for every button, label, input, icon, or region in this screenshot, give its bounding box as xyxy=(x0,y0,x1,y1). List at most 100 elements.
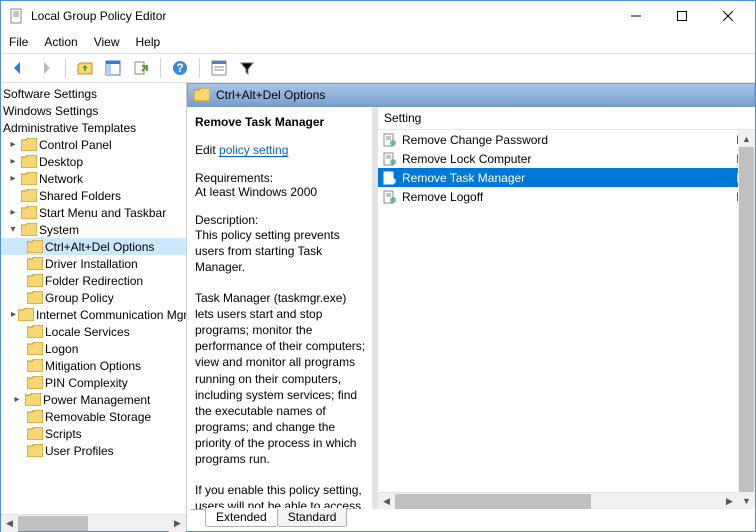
menu-view[interactable]: View xyxy=(94,35,120,49)
tree-node-mitigation-options[interactable]: Mitigation Options xyxy=(1,357,186,374)
scroll-up-icon[interactable]: ▲ xyxy=(738,130,755,147)
policy-icon xyxy=(382,189,398,205)
scroll-thumb[interactable] xyxy=(18,516,88,531)
setting-label: Remove Logoff xyxy=(402,190,736,204)
tree-node-logon[interactable]: Logon xyxy=(1,340,186,357)
folder-icon xyxy=(27,240,43,254)
tree-node-locale-services[interactable]: Locale Services xyxy=(1,323,186,340)
tree-node-ctrl-alt-del[interactable]: Ctrl+Alt+Del Options xyxy=(1,238,186,255)
setting-row[interactable]: Remove Lock ComputerNot xyxy=(378,149,755,168)
app-icon xyxy=(9,8,25,24)
folder-icon xyxy=(27,359,43,373)
scroll-right-icon[interactable]: ▶ xyxy=(169,515,186,532)
setting-row[interactable]: Remove Change PasswordNot xyxy=(378,130,755,149)
tree-node-start-menu[interactable]: ▸Start Menu and Taskbar xyxy=(1,204,186,221)
window-title: Local Group Policy Editor xyxy=(31,9,613,23)
folder-icon xyxy=(18,308,34,322)
help-button[interactable]: ? xyxy=(169,57,191,79)
folder-icon xyxy=(27,342,43,356)
tree-node[interactable]: Software Settings xyxy=(1,85,186,102)
view-tabs: Extended Standard xyxy=(187,509,755,531)
folder-icon xyxy=(21,223,37,237)
back-button[interactable] xyxy=(7,57,29,79)
tree-node-system[interactable]: ▾System xyxy=(1,221,186,238)
expand-icon[interactable]: ▸ xyxy=(11,394,23,406)
folder-icon xyxy=(27,291,43,305)
tree[interactable]: Software Settings Windows Settings Admin… xyxy=(1,83,186,514)
expand-icon[interactable]: ▸ xyxy=(7,207,19,219)
folder-icon xyxy=(27,444,43,458)
vertical-scrollbar[interactable]: ▲ ▼ xyxy=(738,130,755,509)
tree-node-removable-storage[interactable]: Removable Storage xyxy=(1,408,186,425)
scroll-right-icon[interactable]: ▶ xyxy=(721,493,738,510)
horizontal-scrollbar[interactable]: ◀ ▶ xyxy=(1,514,186,531)
maximize-button[interactable] xyxy=(659,1,705,31)
list-body: Remove Change PasswordNotRemove Lock Com… xyxy=(378,130,755,509)
tree-node-desktop[interactable]: ▸Desktop xyxy=(1,153,186,170)
column-setting[interactable]: Setting xyxy=(384,111,421,125)
properties-button[interactable] xyxy=(208,57,230,79)
edit-policy-link[interactable]: policy setting xyxy=(219,143,288,157)
tab-extended[interactable]: Extended xyxy=(205,508,278,527)
title-bar: Local Group Policy Editor xyxy=(1,1,755,31)
requirements-value: At least Windows 2000 xyxy=(195,185,366,199)
folder-icon xyxy=(21,189,37,203)
folder-icon xyxy=(25,393,41,407)
folder-icon xyxy=(27,427,43,441)
tree-node-control-panel[interactable]: ▸Control Panel xyxy=(1,136,186,153)
scroll-thumb[interactable] xyxy=(739,147,754,492)
tree-node-power-management[interactable]: ▸Power Management xyxy=(1,391,186,408)
menu-help[interactable]: Help xyxy=(136,35,161,49)
description-label: Description: xyxy=(195,213,366,227)
filter-button[interactable] xyxy=(236,57,258,79)
up-button[interactable] xyxy=(74,57,96,79)
toolbar-separator xyxy=(199,58,200,78)
minimize-button[interactable] xyxy=(613,1,659,31)
tree-node-pin-complexity[interactable]: PIN Complexity xyxy=(1,374,186,391)
scroll-down-icon[interactable]: ▼ xyxy=(738,492,755,509)
export-button[interactable] xyxy=(130,57,152,79)
expand-icon[interactable]: ▸ xyxy=(7,156,19,168)
folder-icon xyxy=(27,257,43,271)
forward-button[interactable] xyxy=(35,57,57,79)
policy-icon xyxy=(382,151,398,167)
scroll-thumb[interactable] xyxy=(395,494,591,509)
tree-node-scripts[interactable]: Scripts xyxy=(1,425,186,442)
expand-icon[interactable]: ▸ xyxy=(7,139,19,151)
window-controls xyxy=(613,1,751,31)
tree-node-user-profiles[interactable]: User Profiles xyxy=(1,442,186,459)
main-area: Software Settings Windows Settings Admin… xyxy=(1,83,755,531)
menu-action[interactable]: Action xyxy=(44,35,77,49)
settings-list: Setting Remove Change PasswordNotRemove … xyxy=(378,107,755,509)
setting-row[interactable]: Remove LogoffNot xyxy=(378,187,755,206)
scroll-left-icon[interactable]: ◀ xyxy=(378,493,395,510)
description-text: This policy setting prevents users from … xyxy=(195,227,366,276)
edit-policy-line: Edit policy setting xyxy=(195,143,366,157)
tree-node-group-policy[interactable]: Group Policy xyxy=(1,289,186,306)
toolbar-separator xyxy=(160,58,161,78)
tree-panel: Software Settings Windows Settings Admin… xyxy=(1,83,187,531)
tree-node-driver-installation[interactable]: Driver Installation xyxy=(1,255,186,272)
folder-icon xyxy=(27,376,43,390)
tab-standard[interactable]: Standard xyxy=(277,508,348,527)
tree-node-folder-redirection[interactable]: Folder Redirection xyxy=(1,272,186,289)
scroll-left-icon[interactable]: ◀ xyxy=(1,515,18,532)
list-header[interactable]: Setting xyxy=(378,107,755,130)
menu-bar: File Action View Help xyxy=(1,31,755,53)
folder-icon xyxy=(21,206,37,220)
tree-node-internet-comm[interactable]: ▸Internet Communication Mgmt xyxy=(1,306,186,323)
tree-node-shared-folders[interactable]: Shared Folders xyxy=(1,187,186,204)
toolbar-separator xyxy=(65,58,66,78)
horizontal-scrollbar[interactable]: ◀ ▶ xyxy=(378,492,738,509)
expand-icon[interactable]: ▸ xyxy=(11,309,16,321)
tree-node-network[interactable]: ▸Network xyxy=(1,170,186,187)
setting-row[interactable]: Remove Task ManagerNot xyxy=(378,168,755,187)
details-panel: Ctrl+Alt+Del Options Remove Task Manager… xyxy=(187,83,755,531)
close-button[interactable] xyxy=(705,1,751,31)
collapse-icon[interactable]: ▾ xyxy=(7,224,19,236)
menu-file[interactable]: File xyxy=(9,35,28,49)
show-hide-tree-button[interactable] xyxy=(102,57,124,79)
expand-icon[interactable]: ▸ xyxy=(7,173,19,185)
tree-node[interactable]: Windows Settings xyxy=(1,102,186,119)
tree-node[interactable]: Administrative Templates xyxy=(1,119,186,136)
